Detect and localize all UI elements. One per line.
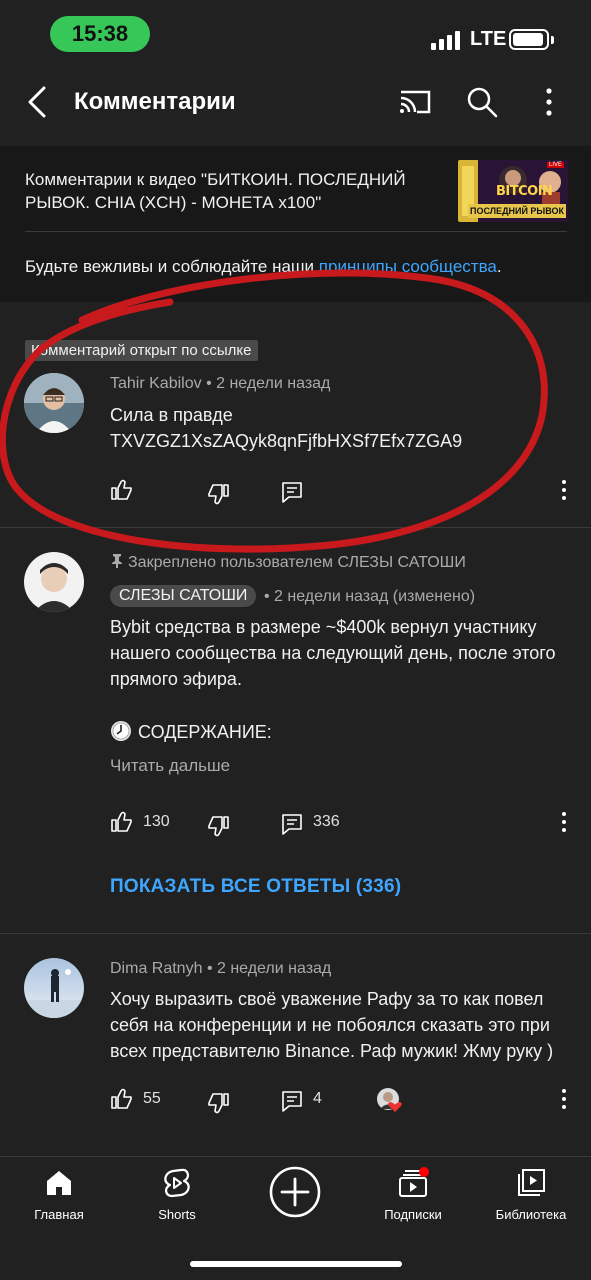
app-header: Комментарии	[0, 72, 591, 144]
search-icon[interactable]	[464, 84, 500, 120]
channel-owner-badge[interactable]: СЛЕЗЫ САТОШИ	[110, 585, 257, 607]
nav-label: Shorts	[158, 1207, 196, 1222]
comment-meta: Dima Ratnyh • 2 недели назад	[110, 960, 331, 978]
comment-time: 2 недели назад	[216, 960, 332, 977]
community-guidelines-link[interactable]: принципы сообщества	[319, 257, 497, 276]
thumbs-down-icon[interactable]	[206, 814, 230, 838]
video-info-panel: Комментарии к видео "БИТКОИН. ПОСЛЕДНИЙ …	[0, 146, 591, 302]
comment-text: Хочу выразить своё уважение Рафу за то к…	[110, 986, 570, 1064]
video-caption: Комментарии к видео "БИТКОИН. ПОСЛЕДНИЙ …	[25, 170, 406, 212]
nav-library[interactable]: Библиотека	[476, 1167, 586, 1222]
comment-line: нашего сообщества на следующий день, пос…	[110, 643, 556, 663]
comment-line: себя на конференции и не побоялся сказат…	[110, 1015, 550, 1035]
nav-home[interactable]: Главная	[4, 1167, 114, 1222]
comment-line: Сила в правде	[110, 405, 233, 425]
meta-separator: •	[206, 375, 217, 392]
comment-meta: Tahir Kabilov • 2 недели назад	[110, 375, 330, 393]
signal-icon	[431, 30, 463, 50]
contents-label: СОДЕРЖАНИЕ:	[138, 722, 272, 742]
more-vert-icon[interactable]	[531, 84, 567, 120]
thumbs-down-icon[interactable]	[206, 1091, 230, 1115]
comment-more-icon[interactable]	[556, 478, 572, 502]
thumbnail-title: BITCOIN	[496, 184, 553, 199]
shorts-icon	[164, 1168, 190, 1198]
back-arrow-icon[interactable]	[20, 82, 60, 122]
reply-icon[interactable]	[280, 480, 304, 504]
comment-line: прямого эфира.	[110, 669, 242, 689]
reply-count: 4	[313, 1090, 322, 1107]
meta-separator: •	[206, 960, 217, 977]
comment-divider	[0, 527, 591, 528]
meta-separator: •	[264, 588, 275, 605]
video-thumbnail[interactable]: LIVE BITCOIN ПОСЛЕДНИЙ РЫВОК	[458, 160, 568, 222]
thumbs-down-icon[interactable]	[206, 482, 230, 506]
comment-line: Bybit средства в размере ~$400k вернул у…	[110, 617, 537, 637]
home-indicator[interactable]	[190, 1261, 402, 1267]
nav-label: Библиотека	[495, 1207, 567, 1222]
comment-line: TXVZGZ1XsZAQyk8qnFjfbHXSf7Efx7ZGA9	[110, 431, 463, 451]
nav-label: Подписки	[384, 1207, 442, 1222]
pinned-label: Закреплено пользователем СЛЕЗЫ САТОШИ	[110, 553, 466, 572]
create-icon	[269, 1166, 321, 1218]
nav-subscriptions[interactable]: Подписки	[358, 1167, 468, 1222]
avatar[interactable]	[24, 373, 84, 433]
comment-text: Bybit средства в размере ~$400k вернул у…	[110, 614, 570, 692]
divider	[25, 231, 567, 232]
comment-author[interactable]: Dima Ratnyh	[110, 960, 202, 977]
status-bar: 15:38 LTE	[0, 0, 591, 72]
comment-more-icon[interactable]	[556, 810, 572, 834]
status-time: 15:38	[50, 16, 150, 52]
creator-heart	[376, 1087, 404, 1115]
nav-label: Главная	[34, 1207, 84, 1222]
thumbs-up-icon[interactable]	[110, 478, 134, 502]
read-more-link[interactable]: Читать дальше	[110, 753, 570, 779]
nav-shorts[interactable]: Shorts	[122, 1167, 232, 1222]
community-text: Будьте вежливы и соблюдайте наши	[25, 257, 319, 276]
clock-icon	[111, 721, 131, 741]
show-replies-button[interactable]: ПОКАЗАТЬ ВСЕ ОТВЕТЫ (336)	[110, 876, 401, 898]
comment-author[interactable]: Tahir Kabilov	[110, 375, 202, 392]
reply-count: 336	[313, 813, 340, 830]
contents-line: СОДЕРЖАНИЕ:	[110, 719, 570, 745]
reply-icon[interactable]	[280, 812, 304, 836]
battery-nub	[551, 36, 554, 44]
thumbs-up-icon[interactable]	[110, 1087, 134, 1111]
comment-line: всех представителю Binance. Раф мужик! Ж…	[110, 1041, 554, 1061]
thumbnail-subtitle: ПОСЛЕДНИЙ РЫВОК	[468, 204, 566, 218]
nav-create[interactable]	[240, 1165, 350, 1219]
linked-comment-badge: Комментарий открыт по ссылке	[25, 340, 258, 361]
subscriptions-icon	[399, 1167, 429, 1197]
page-title: Комментарии	[74, 88, 236, 115]
pinned-text: Закреплено пользователем СЛЕЗЫ САТОШИ	[128, 554, 466, 571]
library-icon	[518, 1169, 545, 1196]
pin-icon	[112, 554, 122, 568]
community-suffix: .	[496, 257, 502, 276]
comment-text: Сила в правде TXVZGZ1XsZAQyk8qnFjfbHXSf7…	[110, 402, 570, 454]
comment-time: 2 недели назад (изменено)	[274, 588, 476, 605]
comment-meta: • 2 недели назад (изменено)	[264, 588, 475, 606]
community-guidelines: Будьте вежливы и соблюдайте наши принцип…	[25, 257, 502, 277]
avatar[interactable]	[24, 552, 84, 612]
like-count: 55	[143, 1090, 161, 1107]
like-count: 130	[143, 813, 170, 830]
network-label: LTE	[470, 28, 507, 50]
comment-line: Хочу выразить своё уважение Рафу за то к…	[110, 989, 544, 1009]
home-icon	[47, 1171, 71, 1195]
comment-divider	[0, 933, 591, 934]
avatar[interactable]	[24, 958, 84, 1018]
reply-icon[interactable]	[280, 1089, 304, 1113]
thumbnail-live-badge: LIVE	[546, 162, 564, 168]
cast-icon[interactable]	[397, 84, 433, 120]
battery-icon	[509, 29, 549, 50]
comment-time: 2 недели назад	[216, 375, 331, 392]
thumbs-up-icon[interactable]	[110, 810, 134, 834]
comment-more-icon[interactable]	[556, 1087, 572, 1111]
